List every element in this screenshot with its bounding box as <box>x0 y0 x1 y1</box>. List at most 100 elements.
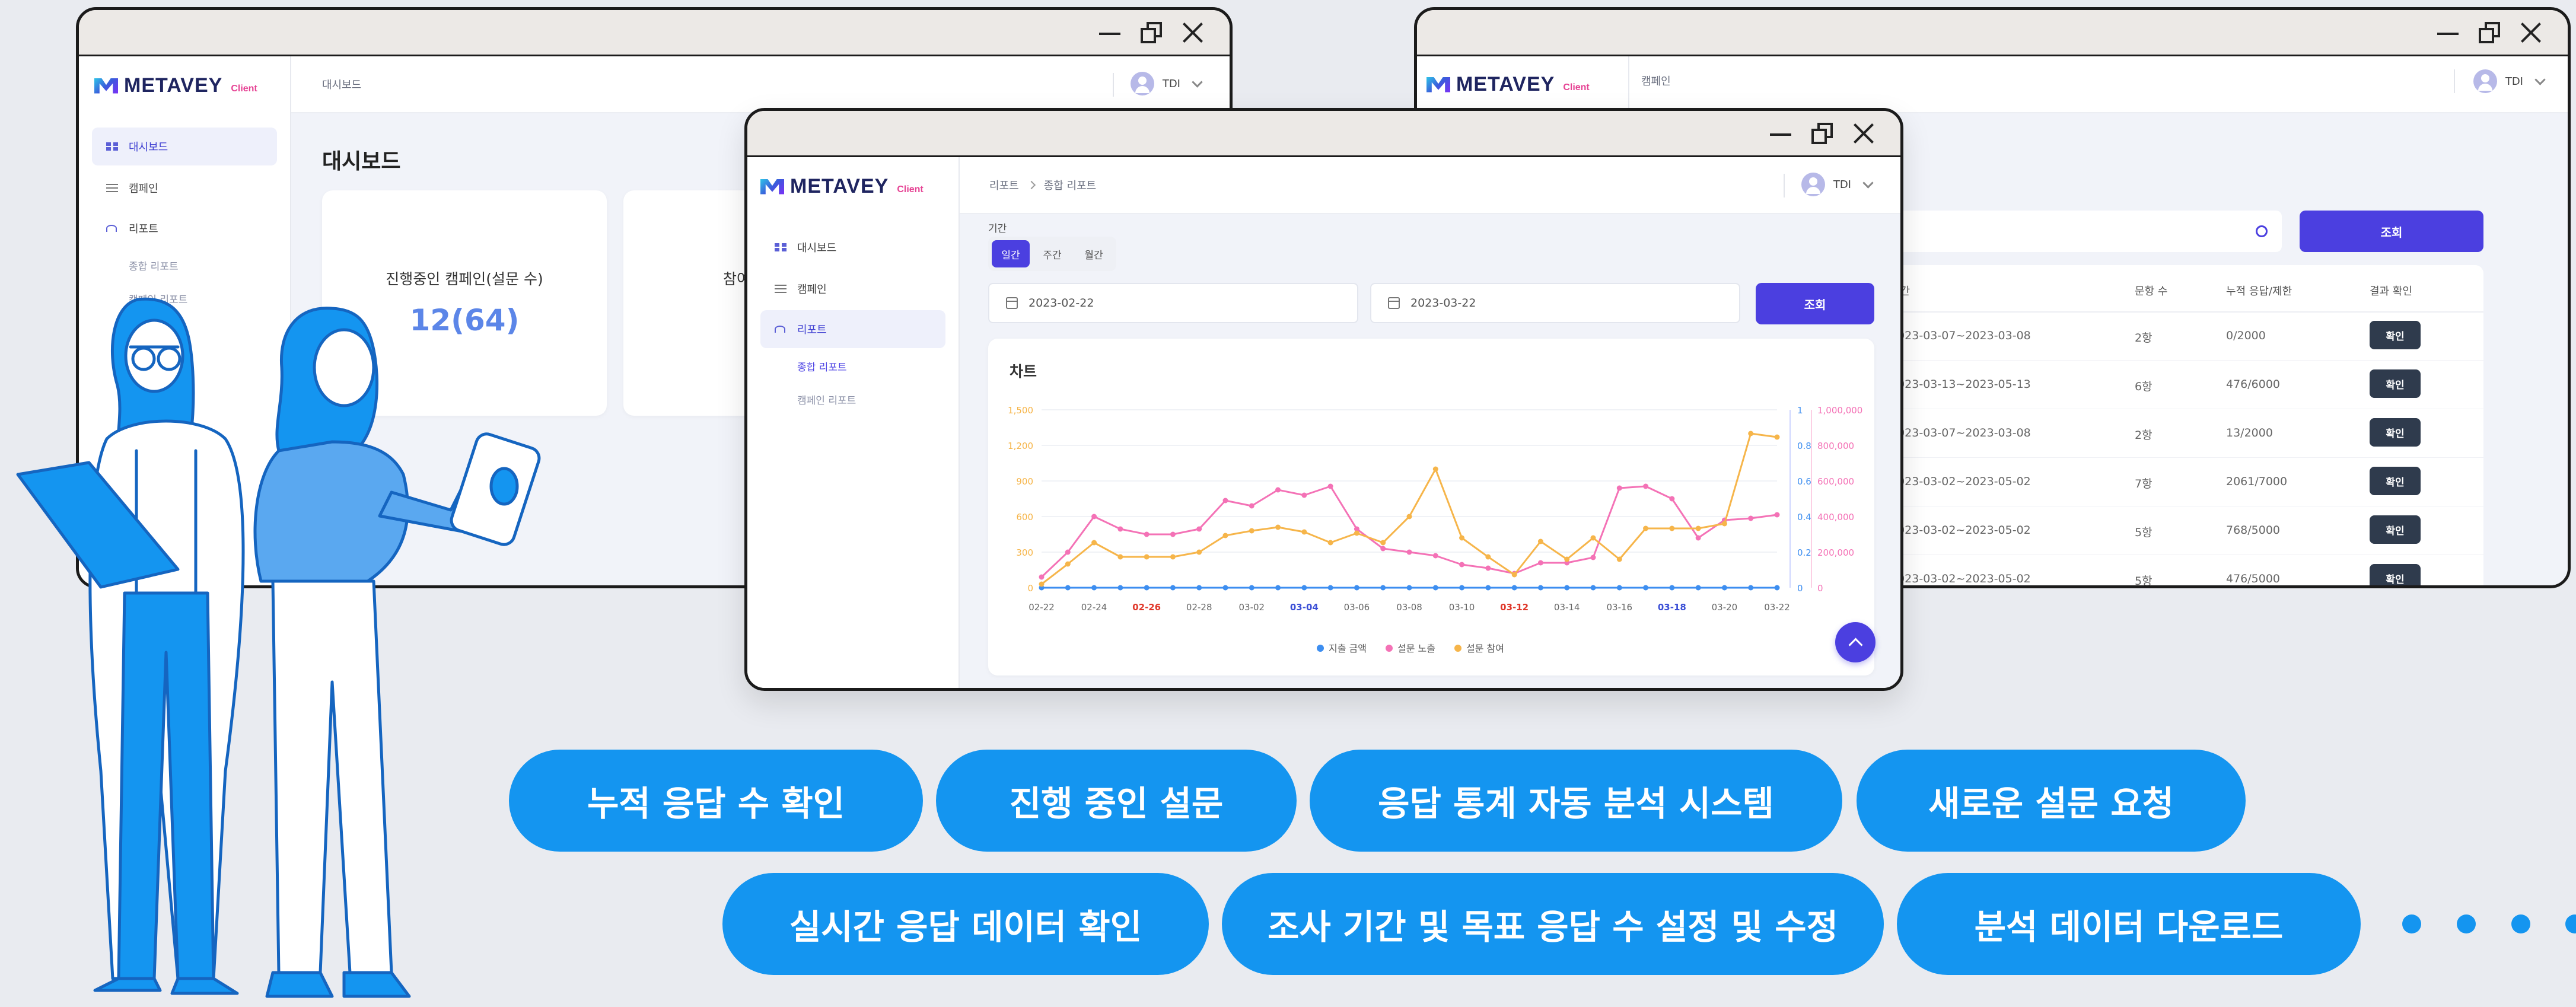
end-date-field[interactable]: 2023-03-22 <box>1370 283 1740 323</box>
close-icon[interactable] <box>2520 22 2542 43</box>
feature-pill-ongoing-surveys[interactable]: 진행 중인 설문 <box>936 750 1297 852</box>
column-header: 문항 수 <box>2135 285 2168 298</box>
confirm-button[interactable]: 확인 <box>2370 564 2421 585</box>
data-point <box>1406 585 1412 591</box>
data-point <box>1091 540 1097 546</box>
cell-period: 2023-03-02~2023-05-02 <box>1890 572 2031 585</box>
legend-marker <box>1386 645 1393 652</box>
calendar-icon <box>1388 297 1400 309</box>
data-point <box>1249 585 1254 591</box>
brand-logo[interactable]: METAVEY Client <box>1426 73 1590 96</box>
minimize-icon[interactable] <box>1099 22 1120 43</box>
close-icon[interactable] <box>1853 123 1874 144</box>
sidebar-subitem-campaign-report[interactable]: 캠페인 리포트 <box>797 392 856 407</box>
data-point <box>1669 496 1675 502</box>
segment-daily[interactable]: 일간 <box>992 240 1030 267</box>
minimize-icon[interactable] <box>2437 22 2459 43</box>
data-point <box>1643 585 1649 591</box>
confirm-button[interactable]: 확인 <box>2370 467 2421 495</box>
x-tick-label: 03-12 <box>1500 602 1529 613</box>
confirm-button[interactable]: 확인 <box>2370 515 2421 544</box>
chevron-down-icon <box>1192 76 1203 88</box>
x-tick-label: 03-10 <box>1449 602 1475 613</box>
people-illustration <box>16 297 541 998</box>
sidebar-item-dashboard[interactable]: 대시보드 <box>760 228 945 266</box>
user-menu[interactable]: TDI <box>1801 173 1874 196</box>
data-point <box>1616 556 1622 562</box>
cell-period: 2023-03-07~2023-03-08 <box>1890 329 2031 342</box>
breadcrumb-parent[interactable]: 리포트 <box>989 177 1019 193</box>
legend-marker <box>1454 645 1461 652</box>
y-tick-label-left: 1,500 <box>1008 405 1033 416</box>
data-point <box>1091 585 1097 591</box>
maximize-icon[interactable] <box>1811 122 1833 144</box>
segment-monthly[interactable]: 월간 <box>1075 240 1113 267</box>
minimize-icon[interactable] <box>1770 123 1791 144</box>
data-point <box>1301 529 1307 535</box>
search-icon[interactable] <box>2256 225 2268 237</box>
data-point <box>1117 585 1123 591</box>
y-tick-label-right: 600,000 <box>1817 476 1854 487</box>
cell-questions: 2항 <box>2135 429 2152 442</box>
data-point <box>1196 526 1202 532</box>
start-date-value: 2023-02-22 <box>1029 297 1094 310</box>
x-tick-label: 03-02 <box>1238 602 1265 613</box>
data-point <box>1590 535 1596 541</box>
y-tick-label-mid: 0.4 <box>1797 512 1811 522</box>
legend-marker <box>1317 645 1324 652</box>
sidebar-item-report[interactable]: 리포트 <box>760 310 945 348</box>
x-tick-label: 03-20 <box>1712 602 1738 613</box>
data-point <box>1511 572 1517 578</box>
confirm-button[interactable]: 확인 <box>2370 321 2421 349</box>
sidebar-item-campaign[interactable]: 캠페인 <box>760 270 945 308</box>
data-point <box>1406 549 1412 555</box>
avatar <box>1130 72 1154 95</box>
feature-pill-cumulative-responses[interactable]: 누적 응답 수 확인 <box>509 750 923 852</box>
feature-pill-new-survey-request[interactable]: 새로운 설문 요청 <box>1857 750 2246 852</box>
legend-label: 설문 참여 <box>1466 643 1504 654</box>
segment-weekly[interactable]: 주간 <box>1033 240 1071 267</box>
data-point <box>1695 585 1701 591</box>
confirm-button[interactable]: 확인 <box>2370 418 2421 447</box>
user-menu[interactable]: TDI <box>2473 69 2546 93</box>
topbar: 리포트 종합 리포트 TDI <box>960 157 1900 214</box>
maximize-icon[interactable] <box>1141 21 1162 43</box>
brand-logo[interactable]: METAVEY Client <box>760 175 924 198</box>
close-icon[interactable] <box>1182 22 1203 43</box>
breadcrumb-separator-icon <box>1027 180 1036 190</box>
cell-period: 2023-03-07~2023-03-08 <box>1890 426 2031 439</box>
cell-responses: 768/5000 <box>2226 524 2281 537</box>
end-date-value: 2023-03-22 <box>1410 297 1476 310</box>
legend-label: 지출 금액 <box>1329 643 1367 654</box>
cell-questions: 5항 <box>2135 575 2152 588</box>
y-tick-label-mid: 0 <box>1797 583 1803 594</box>
data-point <box>1144 585 1150 591</box>
feature-pill-period-target-settings[interactable]: 조사 기간 및 목표 응답 수 설정 및 수정 <box>1222 873 1884 975</box>
scroll-top-button[interactable] <box>1835 622 1876 662</box>
data-point <box>1380 546 1386 552</box>
user-name: TDI <box>1833 178 1851 191</box>
cell-period: 2023-03-02~2023-05-02 <box>1890 524 2031 537</box>
search-button[interactable]: 조회 <box>1756 283 1874 324</box>
x-tick-label: 03-08 <box>1396 602 1422 613</box>
feature-pill-realtime-data[interactable]: 실시간 응답 데이터 확인 <box>722 873 1209 975</box>
x-tick-label: 03-16 <box>1606 602 1632 613</box>
x-tick-label: 03-22 <box>1764 602 1790 613</box>
brand-suffix: Client <box>1563 82 1590 93</box>
pagination-dot <box>2402 914 2421 933</box>
maximize-icon[interactable] <box>2479 21 2500 43</box>
search-button[interactable]: 조회 <box>2300 211 2483 252</box>
data-point <box>1170 585 1176 591</box>
chevron-down-icon <box>2534 74 2546 85</box>
feature-pill-auto-analysis[interactable]: 응답 통계 자동 분석 시스템 <box>1310 750 1842 852</box>
start-date-field[interactable]: 2023-02-22 <box>988 283 1358 323</box>
data-point <box>1196 585 1202 591</box>
user-menu[interactable]: TDI <box>1130 72 1203 95</box>
sidebar-subitem-total-report[interactable]: 종합 리포트 <box>797 359 847 374</box>
sidebar-item-label: 캠페인 <box>797 283 827 296</box>
feature-pill-data-download[interactable]: 분석 데이터 다운로드 <box>1897 873 2361 975</box>
data-point <box>1695 525 1701 531</box>
data-point <box>1564 585 1570 591</box>
data-point <box>1511 585 1517 591</box>
confirm-button[interactable]: 확인 <box>2370 369 2421 398</box>
